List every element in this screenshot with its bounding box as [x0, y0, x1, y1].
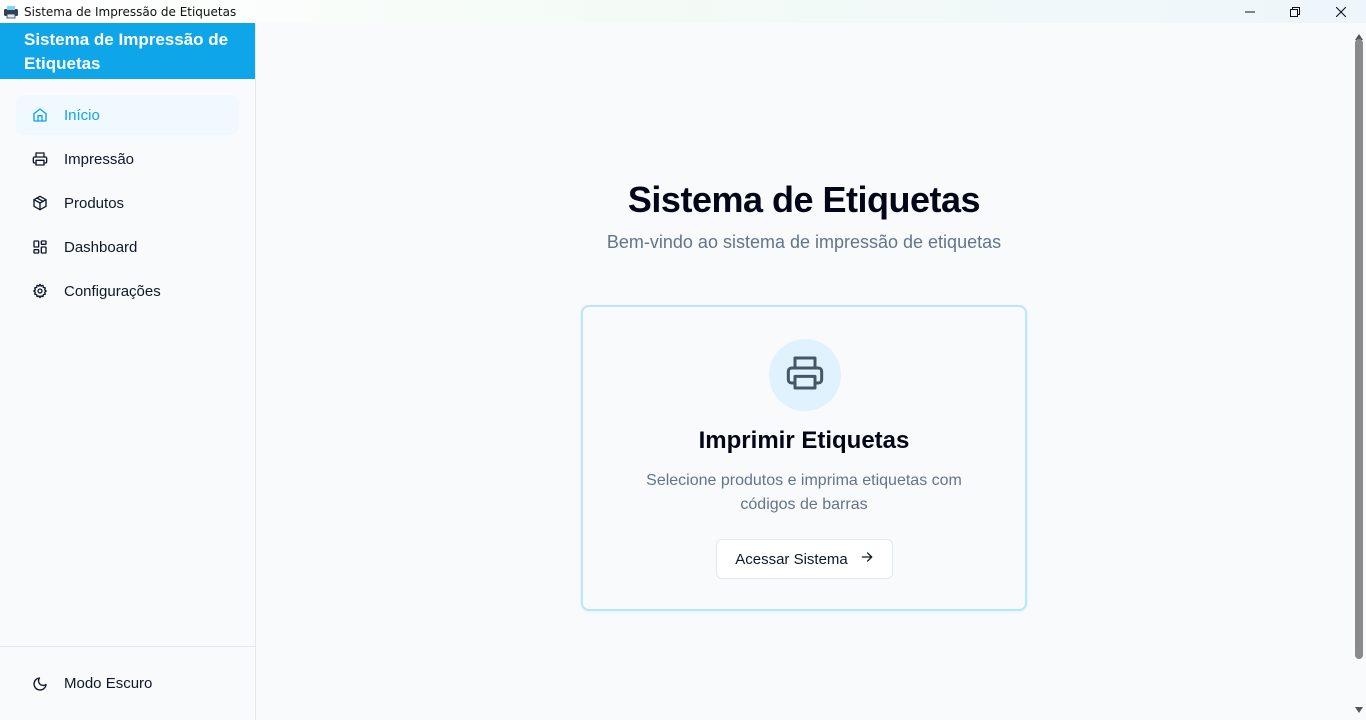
- window-title: Sistema de Impressão de Etiquetas: [24, 4, 237, 19]
- close-button[interactable]: [1318, 0, 1364, 23]
- arrow-right-icon: [860, 550, 874, 568]
- sidebar-nav: Início Impressão Produtos Dashboard Conf…: [0, 79, 255, 311]
- page-subtitle: Bem-vindo ao sistema de impressão de eti…: [606, 232, 1002, 252]
- package-icon: [32, 195, 48, 211]
- sidebar-item-label: Produtos: [64, 194, 125, 212]
- sidebar-item-produtos[interactable]: Produtos: [16, 183, 239, 223]
- dashboard-icon: [32, 239, 48, 255]
- main-content: Sistema de Etiquetas Bem-vindo ao sistem…: [256, 23, 1352, 720]
- vertical-scrollbar[interactable]: [1352, 23, 1366, 720]
- access-system-label: Acessar Sistema: [735, 550, 848, 568]
- card-description: Selecione produtos e imprima etiquetas c…: [646, 472, 962, 513]
- card-icon-circle: [769, 339, 841, 411]
- app-printer-icon: [3, 4, 19, 20]
- sidebar-item-label: Dashboard: [64, 238, 138, 256]
- scroll-down-arrow-icon[interactable]: [1355, 700, 1363, 718]
- card-title: Imprimir Etiquetas: [698, 427, 910, 454]
- gear-icon: [32, 283, 48, 299]
- sidebar-item-label: Início: [64, 106, 100, 124]
- sidebar-item-impressao[interactable]: Impressão: [16, 139, 239, 179]
- moon-icon: [32, 676, 48, 692]
- sidebar-brand: Sistema de Impressão de Etiquetas: [0, 23, 255, 79]
- sidebar-item-label: Configurações: [64, 282, 161, 300]
- restore-button[interactable]: [1272, 0, 1318, 23]
- printer-icon: [32, 151, 48, 167]
- home-icon: [32, 107, 48, 123]
- sidebar-item-inicio[interactable]: Início: [16, 95, 239, 135]
- sidebar-item-dashboard[interactable]: Dashboard: [16, 227, 239, 267]
- print-labels-card: Imprimir Etiquetas Selecione produtos e …: [581, 305, 1027, 611]
- window-titlebar: Sistema de Impressão de Etiquetas: [0, 0, 1366, 23]
- sidebar: Sistema de Impressão de Etiquetas Início…: [0, 23, 256, 720]
- dark-mode-toggle[interactable]: Modo Escuro: [0, 646, 255, 720]
- minimize-button[interactable]: [1227, 0, 1273, 23]
- printer-icon: [785, 353, 825, 398]
- scrollbar-thumb[interactable]: [1355, 39, 1363, 659]
- access-system-button[interactable]: Acessar Sistema: [716, 539, 893, 579]
- dark-mode-label: Modo Escuro: [64, 675, 153, 692]
- page-title: Sistema de Etiquetas: [627, 179, 981, 220]
- sidebar-item-label: Impressão: [64, 150, 135, 168]
- sidebar-item-configuracoes[interactable]: Configurações: [16, 271, 239, 311]
